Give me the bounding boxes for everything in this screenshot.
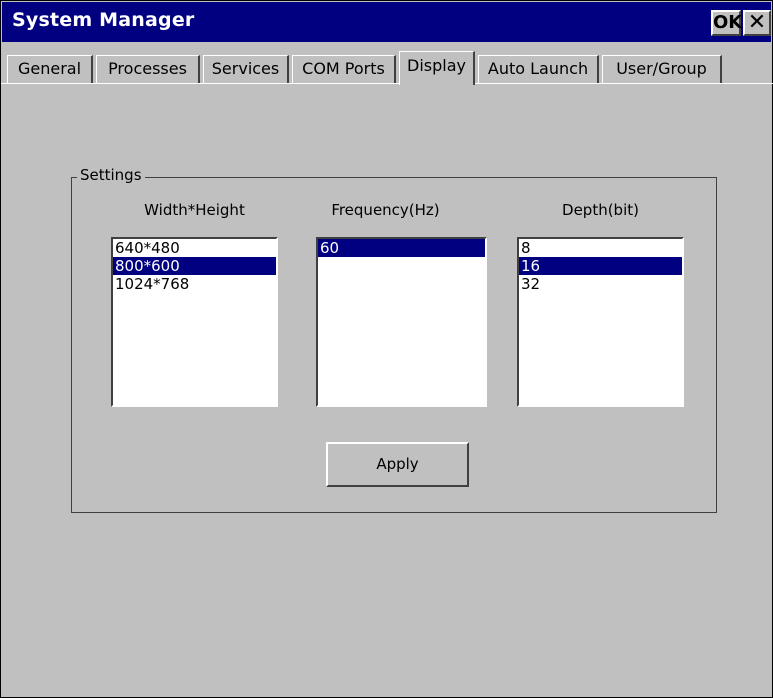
tab-services[interactable]: Services [203, 55, 289, 83]
close-icon[interactable]: ✕ [743, 10, 771, 36]
frequency-listbox[interactable]: 60 [316, 237, 487, 407]
system-manager-window: System Manager OK ✕ General Processes Se… [0, 0, 773, 698]
resolution-option-selected[interactable]: 800*600 [113, 257, 276, 275]
tab-processes[interactable]: Processes [96, 55, 200, 83]
title-bar: System Manager OK ✕ [2, 2, 771, 42]
frequency-label: Frequency(Hz) [331, 201, 440, 219]
settings-group-label: Settings [77, 166, 145, 184]
depth-option-selected[interactable]: 16 [519, 257, 682, 275]
tab-display[interactable]: Display [399, 51, 475, 85]
depth-label: Depth(bit) [562, 201, 639, 219]
depth-option[interactable]: 32 [519, 275, 682, 293]
resolution-label: Width*Height [144, 201, 245, 219]
tab-baseline [1, 83, 773, 84]
ok-button[interactable]: OK [711, 10, 742, 36]
resolution-listbox[interactable]: 640*480 800*600 1024*768 [111, 237, 278, 407]
tab-com-ports[interactable]: COM Ports [292, 55, 396, 83]
tab-auto-launch[interactable]: Auto Launch [478, 55, 599, 83]
tab-user-group[interactable]: User/Group [602, 55, 722, 83]
depth-option[interactable]: 8 [519, 239, 682, 257]
window-title: System Manager [12, 9, 195, 31]
depth-listbox[interactable]: 8 16 32 [517, 237, 684, 407]
resolution-option[interactable]: 1024*768 [113, 275, 276, 293]
frequency-option-selected[interactable]: 60 [318, 239, 485, 257]
apply-button[interactable]: Apply [326, 442, 469, 487]
tab-general[interactable]: General [7, 55, 93, 83]
resolution-option[interactable]: 640*480 [113, 239, 276, 257]
tab-strip: General Processes Services COM Ports Dis… [1, 49, 773, 85]
